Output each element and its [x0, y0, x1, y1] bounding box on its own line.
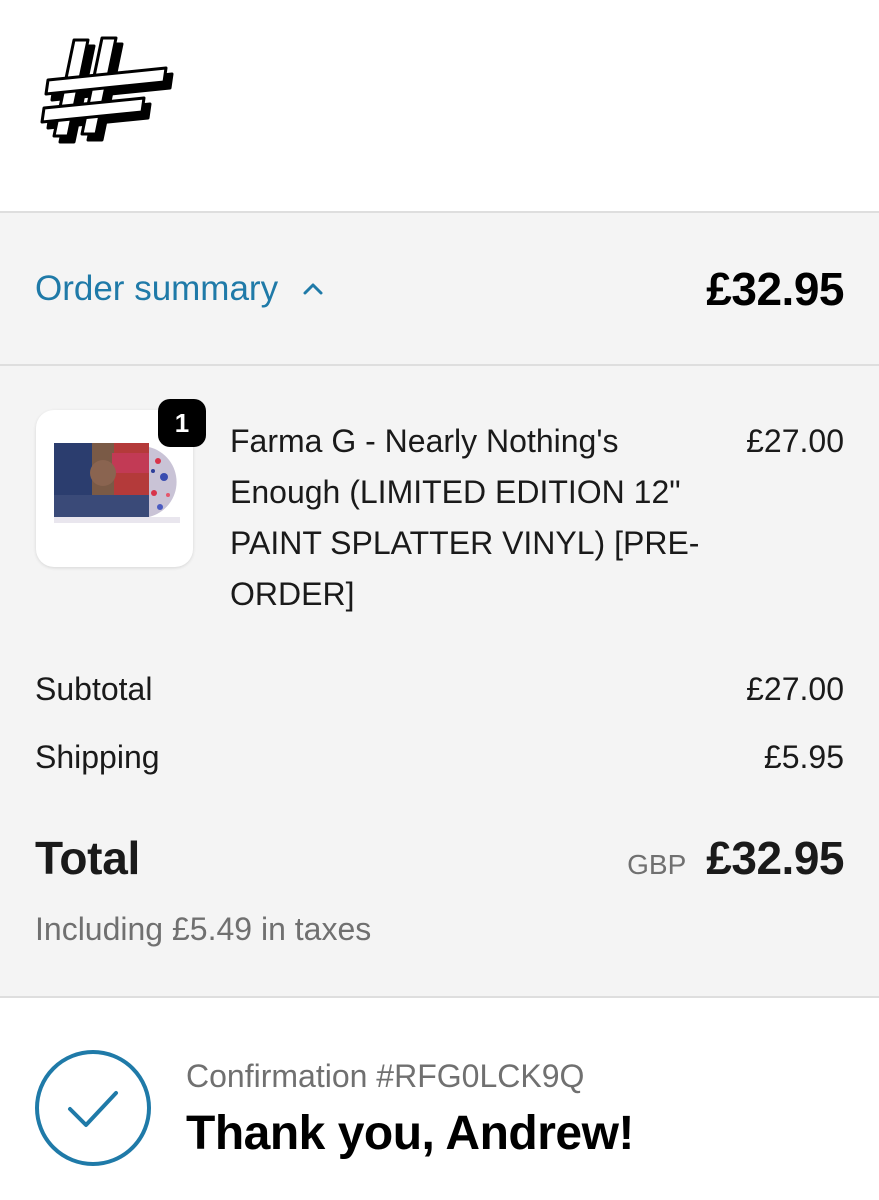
vinyl-cover-image — [54, 443, 180, 523]
order-summary-label: Order summary — [35, 268, 279, 308]
confirmation-number: Confirmation #RFG0LCK9Q — [186, 1058, 585, 1094]
thank-you-heading: Thank you, Andrew! — [186, 1107, 634, 1160]
store-header — [0, 0, 879, 211]
check-circle-icon — [35, 1050, 151, 1166]
summary-total-price: £32.95 — [706, 262, 844, 315]
quantity-badge: 1 — [158, 399, 206, 447]
shipping-row: Shipping £5.95 — [35, 739, 844, 776]
shipping-label: Shipping — [35, 739, 160, 775]
taxes-note: Including £5.49 in taxes — [35, 911, 372, 947]
shipping-value: £5.95 — [763, 739, 844, 775]
total-label: Total — [35, 832, 140, 884]
product-price: £27.00 — [746, 423, 844, 459]
total-value: £32.95 — [706, 832, 844, 884]
product-thumbnail: 1 — [36, 399, 206, 567]
currency-code: GBP — [627, 849, 687, 880]
subtotal-label: Subtotal — [35, 671, 153, 707]
order-summary-toggle[interactable]: Order summary — [35, 269, 326, 309]
chevron-up-icon — [303, 283, 323, 294]
brand-logo-icon[interactable] — [40, 28, 176, 148]
total-row: Total GBP £32.95 — [35, 831, 844, 885]
order-details-panel: 1 Farma G - Nearly Nothing's Enough (LIM… — [0, 366, 879, 998]
subtotal-row: Subtotal £27.00 — [35, 671, 844, 708]
subtotal-value: £27.00 — [746, 671, 844, 707]
product-title: Farma G - Nearly Nothing's Enough (LIMIT… — [230, 423, 700, 612]
confirmation-section: Confirmation #RFG0LCK9Q Thank you, Andre… — [0, 998, 879, 1198]
total-amount: GBP £32.95 — [627, 831, 844, 885]
order-summary-bar: Order summary £32.95 — [0, 211, 879, 366]
